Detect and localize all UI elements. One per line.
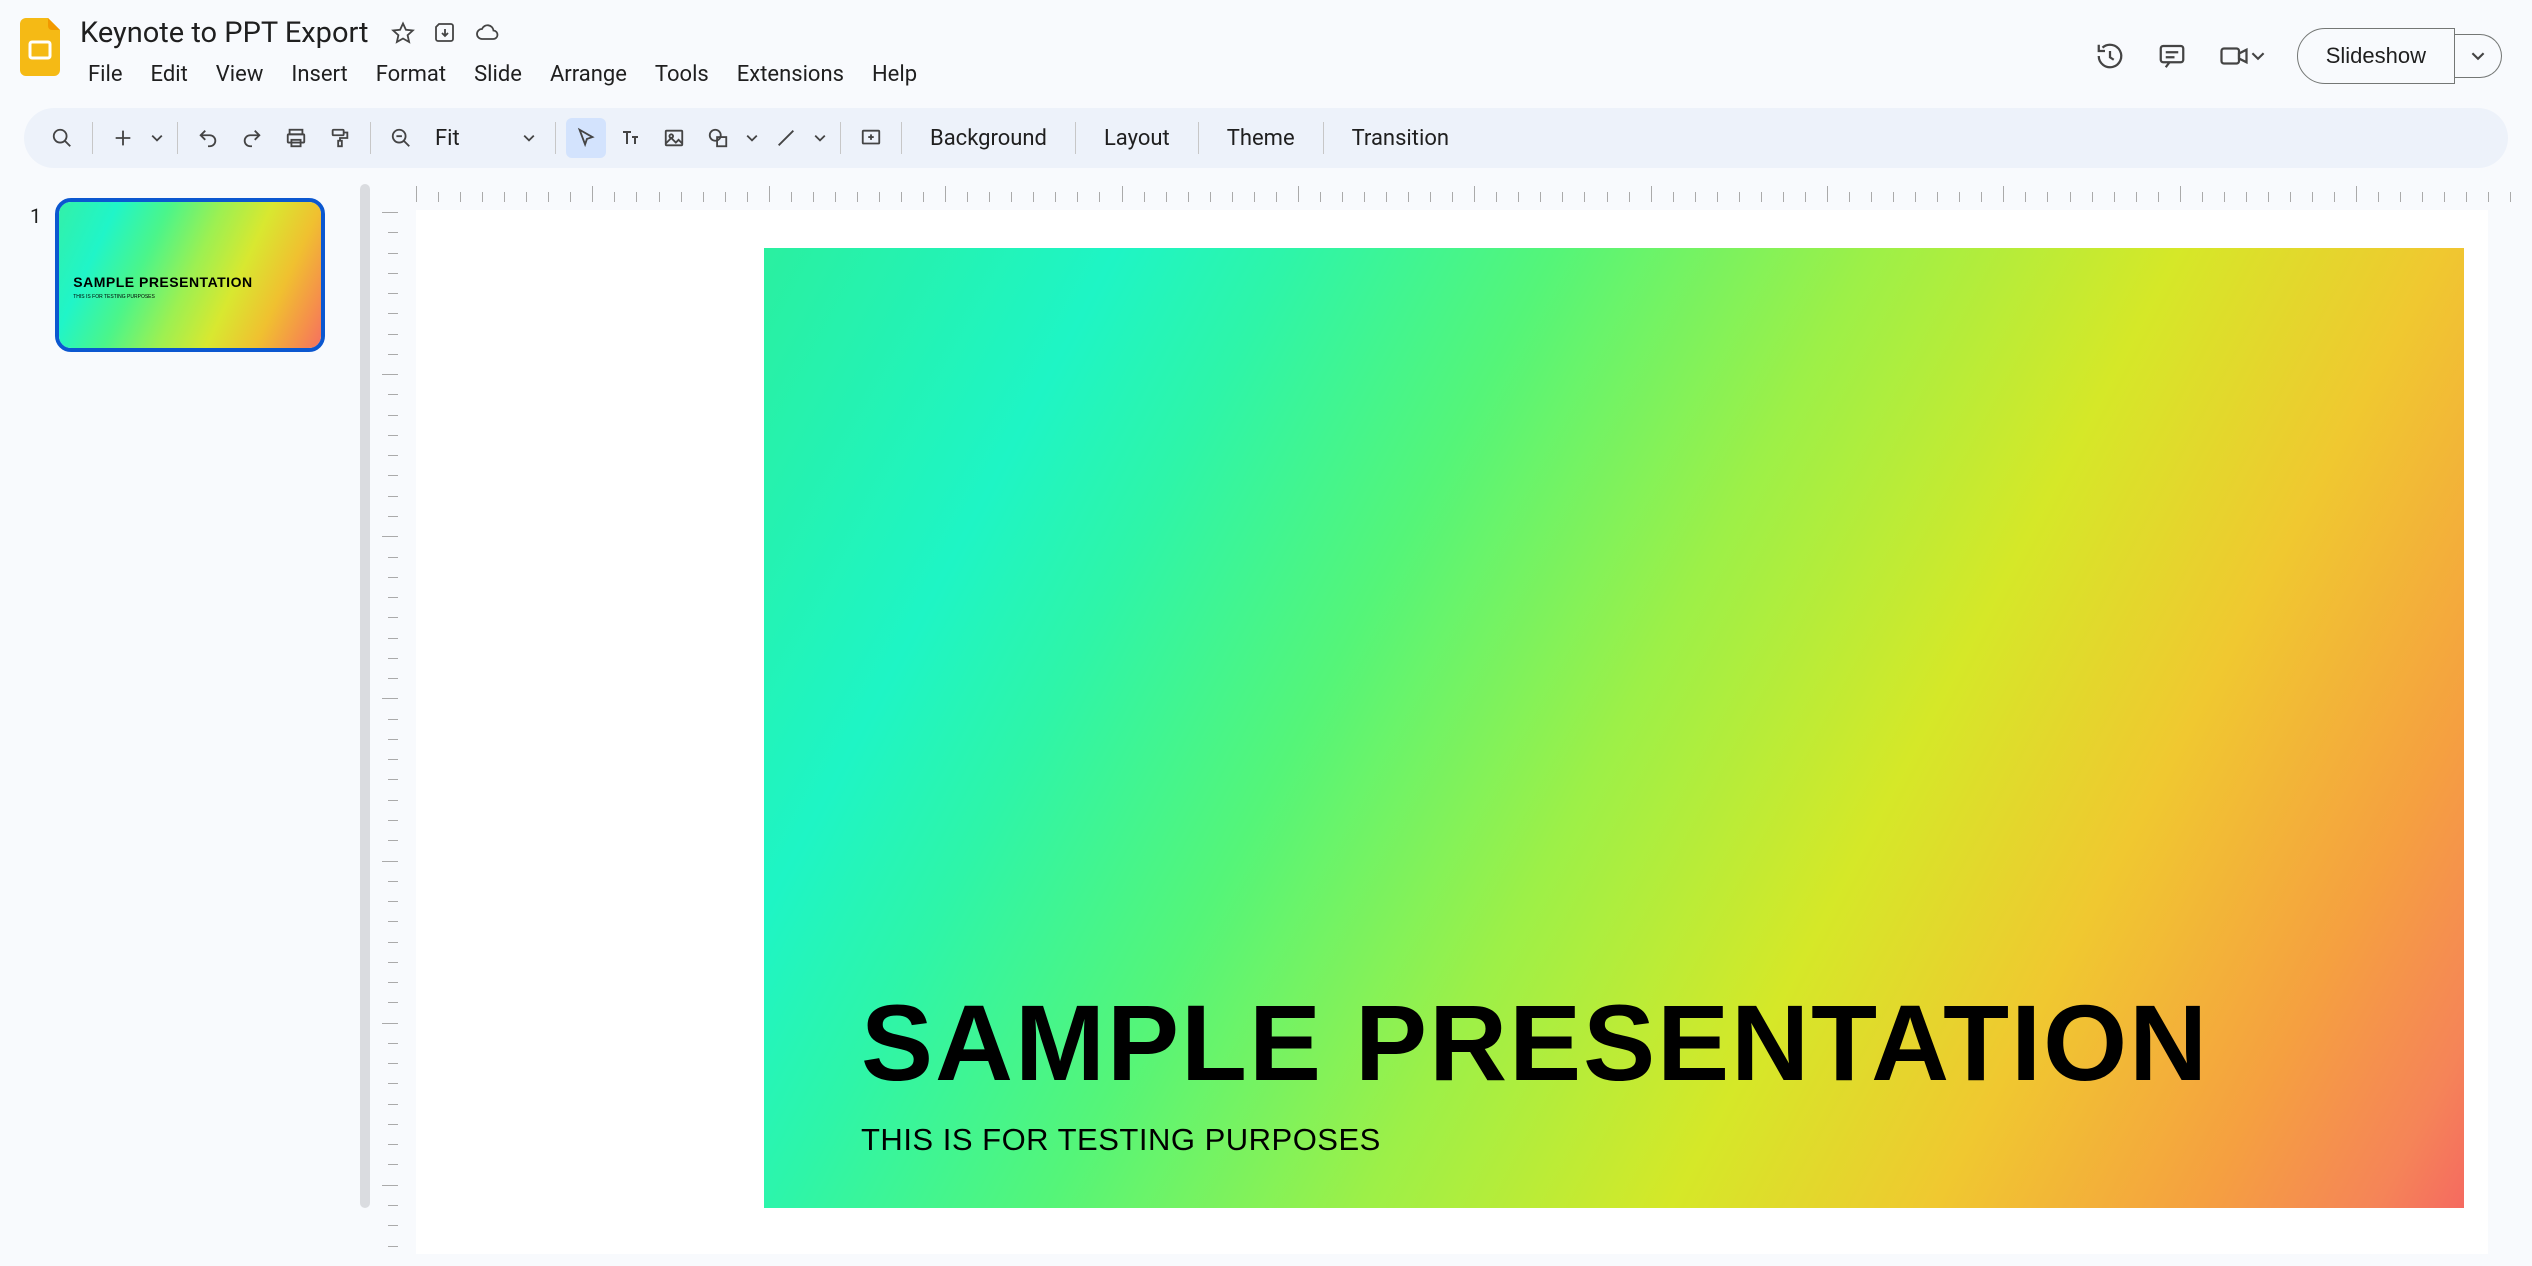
redo-icon (241, 127, 263, 149)
menu-arrange[interactable]: Arrange (536, 56, 641, 93)
header-actions: Slideshow (2095, 10, 2508, 84)
background-button[interactable]: Background (912, 126, 1065, 151)
app-header: Keynote to PPT Export File Edit View Ins… (0, 0, 2532, 108)
app-logo[interactable] (12, 10, 72, 76)
chevron-down-icon (151, 132, 163, 144)
redo-button[interactable] (232, 118, 272, 158)
paint-format-button[interactable] (320, 118, 360, 158)
thumbnail-subtitle: THIS IS FOR TESTING PURPOSES (73, 294, 155, 300)
video-icon (2219, 41, 2249, 71)
separator (1323, 122, 1324, 154)
move-icon[interactable] (433, 21, 457, 45)
new-slide-button[interactable] (103, 118, 143, 158)
print-button[interactable] (276, 118, 316, 158)
shape-dropdown[interactable] (742, 118, 762, 158)
slideshow-group: Slideshow (2297, 28, 2502, 84)
canvas-area: SAMPLE PRESENTATION THIS IS FOR TESTING … (370, 180, 2532, 1266)
chevron-down-icon (2471, 49, 2485, 63)
menu-extensions[interactable]: Extensions (723, 56, 858, 93)
slide-canvas[interactable]: SAMPLE PRESENTATION THIS IS FOR TESTING … (416, 210, 2488, 1254)
menu-file[interactable]: File (74, 56, 137, 93)
thumbnail-panel: 1 SAMPLE PRESENTATION THIS IS FOR TESTIN… (0, 180, 370, 1266)
menu-tools[interactable]: Tools (641, 56, 723, 93)
plus-icon (112, 127, 134, 149)
theme-button[interactable]: Theme (1209, 126, 1313, 151)
undo-button[interactable] (188, 118, 228, 158)
shape-button[interactable] (698, 118, 738, 158)
separator (555, 122, 556, 154)
new-slide-dropdown[interactable] (147, 118, 167, 158)
present-meet-group[interactable] (2219, 41, 2265, 71)
panel-scrollbar[interactable] (360, 184, 370, 1208)
document-title[interactable]: Keynote to PPT Export (80, 16, 369, 50)
horizontal-ruler[interactable] (416, 182, 2532, 206)
chevron-down-icon (746, 132, 758, 144)
vertical-ruler[interactable] (378, 212, 402, 1266)
image-button[interactable] (654, 118, 694, 158)
zoom-button[interactable] (381, 118, 421, 158)
textbox-button[interactable] (610, 118, 650, 158)
slide-subtitle-text[interactable]: THIS IS FOR TESTING PURPOSES (861, 1122, 1381, 1158)
cursor-icon (575, 127, 597, 149)
comment-button[interactable] (851, 118, 891, 158)
slideshow-button[interactable]: Slideshow (2297, 28, 2455, 84)
line-dropdown[interactable] (810, 118, 830, 158)
separator (92, 122, 93, 154)
select-tool-button[interactable] (566, 118, 606, 158)
menu-format[interactable]: Format (362, 56, 460, 93)
thumbnail-row: 1 SAMPLE PRESENTATION THIS IS FOR TESTIN… (30, 198, 350, 352)
menu-view[interactable]: View (202, 56, 278, 93)
textbox-icon (618, 126, 642, 150)
menu-insert[interactable]: Insert (277, 56, 361, 93)
star-icon[interactable] (391, 21, 415, 45)
cloud-icon[interactable] (475, 21, 499, 45)
title-row: Keynote to PPT Export (72, 12, 2095, 52)
layout-button[interactable]: Layout (1086, 126, 1188, 151)
slide-number: 1 (30, 198, 41, 228)
transition-button[interactable]: Transition (1334, 126, 1467, 151)
separator (1198, 122, 1199, 154)
thumbnail-title: SAMPLE PRESENTATION (73, 274, 252, 290)
title-actions (391, 21, 499, 45)
separator (370, 122, 371, 154)
add-comment-icon (860, 127, 882, 149)
zoom-select[interactable]: Fit (425, 126, 545, 151)
line-button[interactable] (766, 118, 806, 158)
menu-help[interactable]: Help (858, 56, 931, 93)
chevron-down-icon (523, 132, 535, 144)
slide-title-text[interactable]: SAMPLE PRESENTATION (861, 980, 2209, 1105)
search-button[interactable] (42, 118, 82, 158)
paint-roller-icon (329, 127, 351, 149)
slides-logo-icon (20, 18, 64, 76)
title-column: Keynote to PPT Export File Edit View Ins… (72, 10, 2095, 93)
separator (177, 122, 178, 154)
menu-slide[interactable]: Slide (460, 56, 536, 93)
undo-icon (197, 127, 219, 149)
separator (901, 122, 902, 154)
separator (1075, 122, 1076, 154)
slideshow-dropdown[interactable] (2455, 34, 2502, 78)
zoom-icon (390, 127, 412, 149)
image-icon (663, 127, 685, 149)
menu-edit[interactable]: Edit (137, 56, 202, 93)
search-icon (51, 127, 73, 149)
shape-icon (707, 127, 729, 149)
separator (840, 122, 841, 154)
chevron-down-icon (814, 132, 826, 144)
toolbar: Fit Background Layout Theme Transition (24, 108, 2508, 168)
print-icon (285, 127, 307, 149)
comments-icon[interactable] (2157, 41, 2187, 71)
menu-bar: File Edit View Insert Format Slide Arran… (72, 56, 2095, 93)
chevron-down-icon (2251, 49, 2265, 63)
slide-thumbnail-1[interactable]: SAMPLE PRESENTATION THIS IS FOR TESTING … (55, 198, 325, 352)
history-icon[interactable] (2095, 41, 2125, 71)
line-icon (775, 127, 797, 149)
workspace: 1 SAMPLE PRESENTATION THIS IS FOR TESTIN… (0, 180, 2532, 1266)
zoom-value: Fit (435, 126, 460, 151)
